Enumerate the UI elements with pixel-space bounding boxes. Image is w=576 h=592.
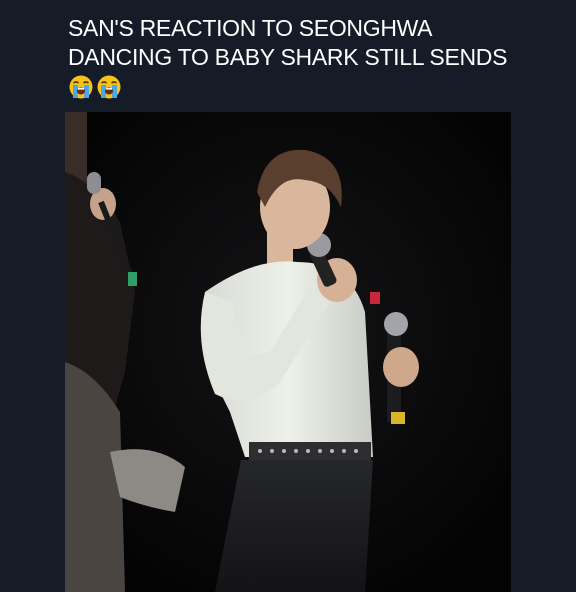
loudly-crying-face-icon [96,74,122,100]
post-card: SAN'S REACTION TO SEONGHWA DANCING TO BA… [0,0,576,592]
video-frame[interactable] [65,112,511,592]
post-caption: SAN'S REACTION TO SEONGHWA DANCING TO BA… [68,14,508,100]
caption-emoji-row [68,74,508,100]
caption-line-1: SAN'S REACTION TO SEONGHWA [68,15,433,41]
caption-line-2: DANCING TO BABY SHARK STILL SENDS [68,44,508,70]
loudly-crying-face-icon [68,74,94,100]
